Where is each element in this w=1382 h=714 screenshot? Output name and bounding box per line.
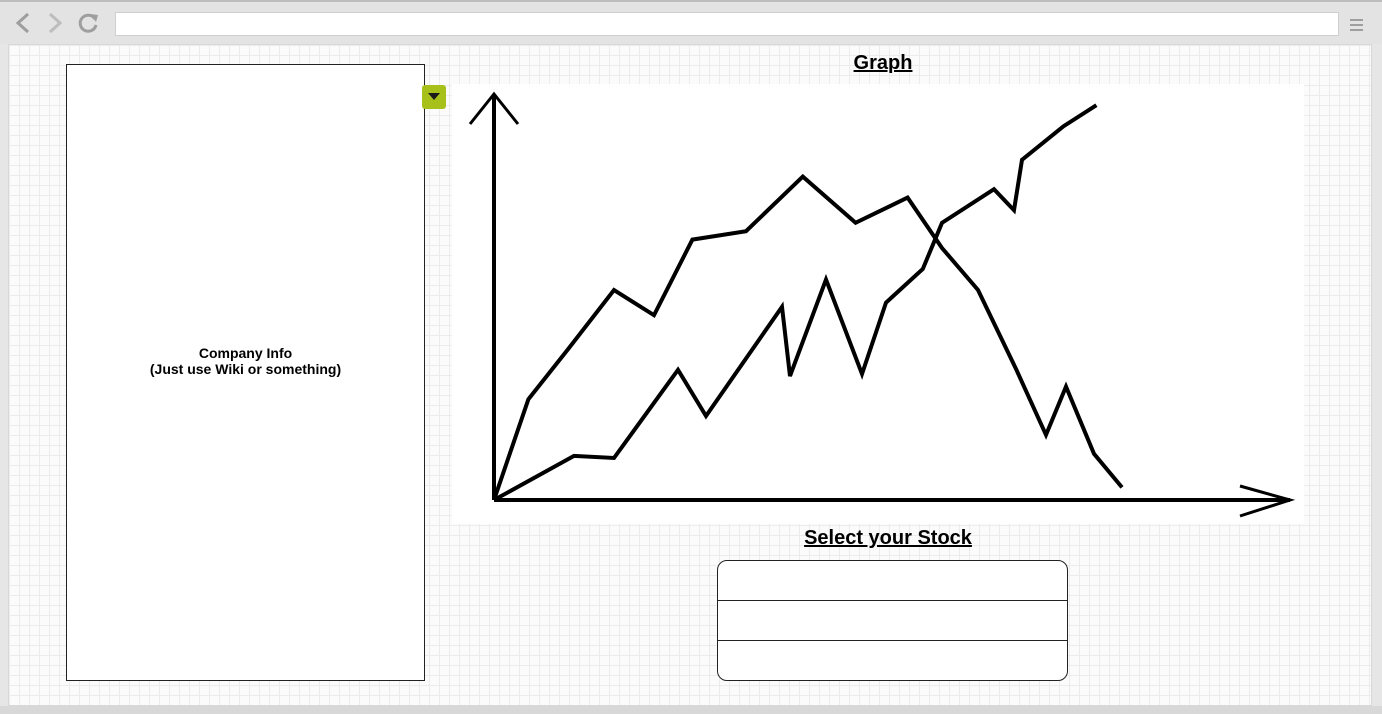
back-button[interactable]: [10, 10, 36, 36]
chevron-right-icon: [48, 12, 63, 34]
stock-option-3[interactable]: [718, 641, 1067, 680]
reload-button[interactable]: [75, 10, 101, 36]
company-info-panel: Company Info (Just use Wiki or something…: [66, 64, 425, 681]
select-stock-title: Select your Stock: [804, 527, 972, 549]
browser-bottom-edge: [0, 706, 1382, 714]
hamburger-menu-icon[interactable]: [1348, 16, 1366, 34]
line-chart: [468, 91, 1296, 518]
browser-toolbar: [0, 0, 1382, 44]
company-info-subtitle: (Just use Wiki or something): [149, 361, 342, 377]
forward-button[interactable]: [42, 10, 68, 36]
stock-option-2[interactable]: [718, 601, 1067, 641]
series-line-1: [492, 173, 1124, 501]
y-axis: [468, 91, 520, 500]
company-info-text: Company Info (Just use Wiki or something…: [67, 345, 424, 377]
graph-area: [452, 84, 1304, 524]
graph-title: Graph: [853, 52, 913, 74]
stock-select-list: [717, 560, 1068, 681]
chevron-left-icon: [15, 12, 30, 34]
x-axis: [494, 484, 1296, 518]
series-line-2: [493, 103, 1098, 502]
stock-option-1[interactable]: [718, 561, 1067, 601]
company-info-dropdown-toggle[interactable]: [422, 85, 446, 109]
company-info-title: Company Info: [198, 345, 293, 361]
reload-icon: [78, 13, 98, 33]
address-bar[interactable]: [115, 12, 1339, 36]
series-layer: [492, 103, 1124, 502]
